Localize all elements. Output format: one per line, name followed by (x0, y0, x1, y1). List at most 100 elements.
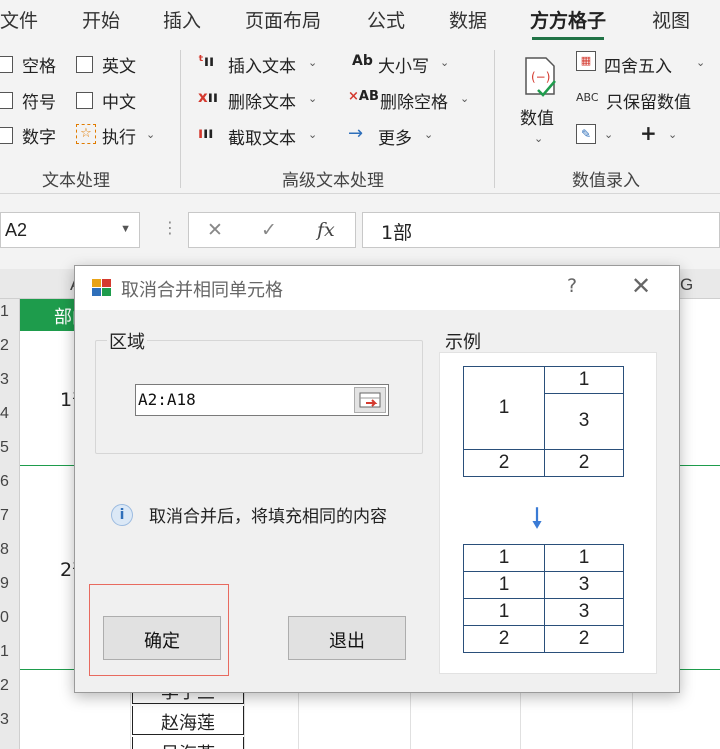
group-title-text: 文本处理 (42, 171, 110, 191)
exit-button[interactable]: 退出 (288, 616, 406, 660)
example-cell: 3 (544, 571, 624, 599)
chevron-down-icon: ⌄ (308, 56, 318, 69)
numeric-button[interactable]: (−) 数值 ⌄ (516, 54, 564, 150)
region-label: 区域 (107, 328, 147, 354)
ok-button[interactable]: 确定 (103, 616, 221, 660)
dialog-title: 取消合并相同单元格 (121, 280, 283, 301)
insert-text-button[interactable]: ᵗıı 插入文本 ⌄ (198, 50, 324, 80)
tab-page-layout[interactable]: 页面布局 (245, 6, 321, 33)
range-select-icon (359, 392, 381, 408)
delete-spaces-icon: ×AB (348, 89, 379, 104)
range-select-button[interactable] (354, 387, 386, 413)
row-number[interactable]: 2 (0, 337, 19, 355)
info-text: 取消合并后，将填充相同的内容 (149, 507, 387, 527)
cancel-icon[interactable]: ✕ (207, 219, 223, 241)
checkbox-number-label: 数字 (22, 128, 56, 148)
row-number[interactable]: 8 (0, 541, 19, 559)
execute-button[interactable]: ☆ 执行 ⌄ (76, 122, 166, 150)
checkbox-english-label: 英文 (102, 57, 136, 77)
row-number[interactable]: 3 (0, 711, 19, 729)
row-number[interactable]: 3 (0, 371, 19, 389)
row-number[interactable]: 7 (0, 507, 19, 525)
unmerge-dialog: 取消合并相同单元格 ? ✕ 区域 A2:A18 i 取消合并后，将填充相同的内容… (74, 265, 680, 693)
function-icon[interactable]: fx (317, 219, 335, 241)
plus-icon: + (640, 121, 657, 145)
group-title-numeric: 数值录入 (572, 171, 640, 191)
row-number[interactable]: 1 (0, 303, 19, 321)
tab-insert[interactable]: 插入 (163, 6, 201, 33)
tab-home[interactable]: 开始 (82, 6, 120, 33)
row-number[interactable]: 6 (0, 473, 19, 491)
edit-dropdown-button[interactable]: ✎ ⌄ (576, 122, 626, 152)
row-number[interactable]: 2 (0, 677, 19, 695)
delete-text-button[interactable]: xıı 删除文本 ⌄ (198, 86, 324, 116)
example-cell: 3 (544, 393, 624, 450)
execute-icon: ☆ (76, 124, 96, 144)
more-button[interactable]: → 更多 ⌄ (348, 122, 438, 152)
round-button[interactable]: ▦ 四舍五入 ⌄ (576, 50, 716, 80)
ribbon-tab-bar: 文件 开始 插入 页面布局 公式 数据 方方格子 视图 (0, 0, 720, 42)
keep-numeric-button[interactable]: ABC 只保留数值 (576, 86, 716, 116)
example-cell: 1 (463, 598, 545, 626)
tab-formulas[interactable]: 公式 (367, 6, 405, 33)
more-vertical-icon: ⋮ (162, 218, 178, 237)
tab-data[interactable]: 数据 (449, 6, 487, 33)
app-logo-icon (92, 279, 111, 296)
row-number[interactable]: 0 (0, 609, 19, 627)
group-title-advanced: 高级文本处理 (282, 171, 384, 191)
example-cell: 2 (463, 625, 545, 653)
row-number[interactable]: 4 (0, 405, 19, 423)
add-dropdown-button[interactable]: + ⌄ (640, 121, 690, 152)
name-cell[interactable]: 吴海燕 (132, 737, 244, 749)
group-separator (180, 50, 181, 188)
extract-text-icon: ııı (198, 124, 214, 142)
name-cell[interactable]: 赵海莲 (132, 706, 244, 735)
formula-buttons: ✕ ✓ fx (188, 212, 356, 248)
checkbox-english[interactable] (76, 56, 93, 73)
chevron-down-icon: ⌄ (308, 128, 318, 141)
extract-text-button[interactable]: ııı 截取文本 ⌄ (198, 122, 324, 152)
checkbox-space[interactable] (0, 56, 13, 73)
range-input[interactable]: A2:A18 (135, 384, 389, 416)
abc-icon: ABC (576, 91, 599, 104)
chevron-down-icon: ⌄ (308, 92, 318, 105)
chevron-down-icon: ⌄ (534, 132, 544, 145)
example-cell: 2 (544, 449, 624, 477)
tab-fangfang[interactable]: 方方格子 (530, 6, 606, 40)
tab-file[interactable]: 文件 (0, 6, 38, 33)
checkbox-chinese-label: 中文 (102, 93, 136, 113)
example-cell: 3 (544, 598, 624, 626)
delete-spaces-button[interactable]: ×AB 删除空格 ⌄ (348, 86, 474, 116)
help-icon[interactable]: ? (567, 275, 577, 297)
ribbon: 空格 英文 符号 中文 数字 ☆ 执行 ⌄ 文本处理 ᵗıı 插入文本 ⌄ xı… (0, 42, 720, 194)
group-separator (494, 50, 495, 188)
case-icon: Ab (352, 53, 373, 69)
confirm-icon[interactable]: ✓ (261, 219, 277, 241)
example-cell: 2 (463, 449, 545, 477)
numeric-icon: (−) (525, 57, 556, 97)
arrow-down-icon: 🠗 (531, 502, 544, 535)
close-icon[interactable]: ✕ (631, 272, 651, 300)
example-cell: 2 (544, 625, 624, 653)
row-number[interactable]: 1 (0, 643, 19, 661)
row-number[interactable]: 9 (0, 575, 19, 593)
checkbox-chinese[interactable] (76, 92, 93, 109)
chevron-down-icon: ⌄ (668, 128, 678, 141)
name-box[interactable]: A2 ▼ (0, 212, 140, 248)
tab-view[interactable]: 视图 (652, 6, 690, 33)
arrow-right-icon: → (348, 123, 364, 144)
checkbox-number[interactable] (0, 127, 13, 144)
column-header-g[interactable]: G (680, 275, 693, 295)
chevron-down-icon: ⌄ (440, 56, 450, 69)
chevron-down-icon[interactable]: ▼ (120, 223, 131, 235)
dialog-titlebar[interactable]: 取消合并相同单元格 ? ✕ (75, 266, 679, 310)
chevron-down-icon: ⌄ (424, 128, 434, 141)
row-number[interactable]: 5 (0, 439, 19, 457)
edit-icon: ✎ (576, 124, 596, 144)
chevron-down-icon: ⌄ (604, 128, 614, 141)
formula-input[interactable]: 1部 (362, 212, 720, 248)
info-icon: i (111, 504, 133, 526)
svg-text:(−): (−) (531, 70, 550, 84)
checkbox-symbol[interactable] (0, 92, 13, 109)
case-button[interactable]: Ab 大小写 ⌄ (352, 50, 462, 80)
